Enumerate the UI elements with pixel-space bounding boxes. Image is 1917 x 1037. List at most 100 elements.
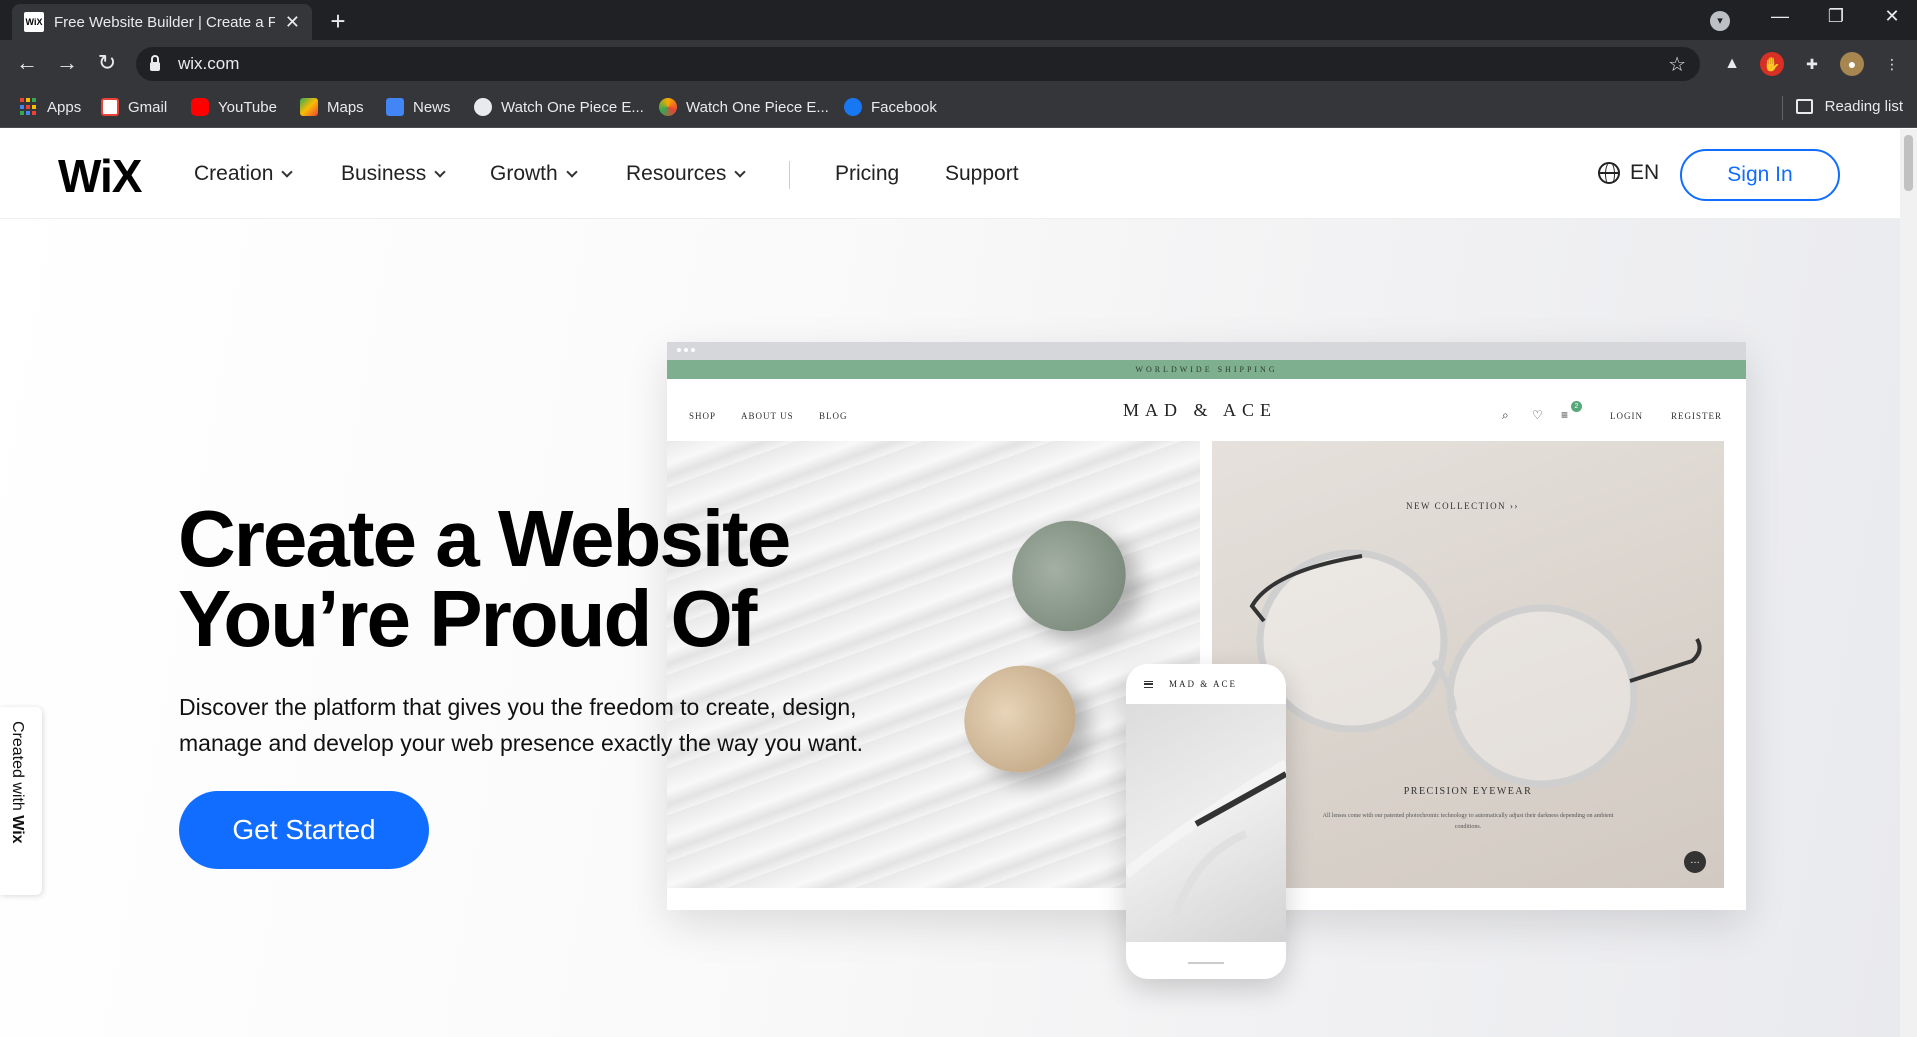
globe-icon [1598,162,1620,184]
restore-icon[interactable]: ❐ [1816,6,1856,27]
menu-label: Resources [626,162,727,185]
menu-support[interactable]: Support [945,162,1019,186]
extension-mountain-icon[interactable]: ▲ [1720,52,1744,76]
bookmark-gmail[interactable]: Gmail [101,98,167,116]
site-icon [659,98,677,116]
apps-grid-icon [20,98,38,116]
extensions-puzzle-icon[interactable]: ✚ [1800,52,1824,76]
mockup-nav-shop: SHOP [689,411,717,421]
mockup-nav-about: ABOUT US [741,411,794,421]
hero-subtitle-line2: manage and develop your web presence exa… [179,730,864,756]
mockup-browser-bar [667,342,1746,360]
page-viewport: WiX Creation Business Growth Resources P… [0,129,1900,1037]
mockup-shipping-banner: WORLDWIDE SHIPPING [667,360,1746,379]
mockup-cart-badge: 2 [1571,401,1582,412]
tab-search-icon[interactable]: ▾ [1710,11,1730,31]
phone-glasses-detail-image [1126,759,1286,916]
green-lens-image [996,504,1142,648]
mockup-nav-blog: BLOG [819,411,848,421]
chevron-down-icon [734,165,747,178]
menu-label: Business [341,162,427,185]
bookmarks-divider [1782,96,1783,120]
profile-avatar[interactable]: ● [1840,52,1864,76]
address-bar[interactable]: wix.com ☆ [136,47,1700,81]
wix-logo[interactable]: WiX [58,149,142,203]
phone-home-bar [1188,962,1224,964]
menu-business[interactable]: Business [341,162,446,186]
phone-brand: MAD & ACE [1169,679,1238,689]
bookmark-news[interactable]: News [386,98,451,116]
bookmark-apps[interactable]: Apps [20,98,81,116]
lock-icon[interactable] [150,54,160,71]
mockup-brand: MAD & ACE [1123,400,1278,420]
menu-divider [789,161,790,189]
bookmark-label: YouTube [218,98,277,116]
back-arrow-icon[interactable]: ← [12,50,42,76]
hero-subtitle: Discover the platform that gives you the… [179,689,939,761]
hero-title: Create a Website You’re Proud Of [178,499,898,659]
reading-list-icon [1795,99,1813,114]
get-started-button[interactable]: Get Started [179,791,429,869]
tab-close-icon[interactable]: ✕ [285,12,300,33]
chevron-down-icon [281,165,294,178]
facebook-icon [844,98,862,116]
reading-list-button[interactable]: Reading list [1795,98,1903,115]
maps-icon [300,98,318,116]
page-scrollbar[interactable] [1900,129,1917,1037]
sign-in-button[interactable]: Sign In [1680,149,1840,201]
bookmark-facebook[interactable]: Facebook [844,98,937,116]
menu-growth[interactable]: Growth [490,162,578,186]
bookmark-one-piece-1[interactable]: Watch One Piece E... [474,98,644,116]
bookmark-label: Watch One Piece E... [686,98,829,116]
mockup-dots-icon [677,348,695,352]
menu-label: Creation [194,162,274,185]
tab-title: Free Website Builder | Create a Free [54,13,275,31]
window-close-icon[interactable]: ✕ [1872,6,1912,27]
phone-header: MAD & ACE [1126,664,1286,704]
reload-icon[interactable]: ↻ [92,50,122,76]
bookmark-star-icon[interactable]: ☆ [1668,52,1686,77]
mockup-product-title: PRECISION EYEWEAR [1403,786,1533,797]
hamburger-icon [1144,680,1153,688]
mockup-cart-icon: ≡ [1561,408,1569,422]
site-header: WiX Creation Business Growth Resources P… [0,129,1900,219]
mockup-new-collection: NEW COLLECTION ›› [1406,501,1519,511]
created-with-wix-badge[interactable]: Created with Wix [0,707,42,895]
language-label: EN [1630,161,1660,184]
hero-title-line2: You’re Proud Of [178,574,757,663]
new-tab-button[interactable]: + [324,6,352,37]
phone-glasses-image [1126,704,1286,942]
bookmark-one-piece-2[interactable]: Watch One Piece E... [659,98,829,116]
browser-tab[interactable]: WiX Free Website Builder | Create a Free… [12,4,312,40]
glasses-image [1249,549,1702,788]
mockup-register: REGISTER [1671,411,1723,421]
bookmark-youtube[interactable]: YouTube [191,98,277,116]
mockup-heart-icon: ♡ [1532,408,1543,422]
bookmarks-bar: Apps Gmail YouTube Maps News Watch One P… [0,88,1917,128]
mockup-search-icon: ⌕ [1502,408,1509,422]
bookmark-maps[interactable]: Maps [300,98,364,116]
mockup-eyewear-panel: NEW COLLECTION ›› PRECISION EYEWEAR All … [1212,441,1724,888]
site-mockup-mobile: MAD & ACE [1126,664,1286,979]
minimize-icon[interactable]: — [1760,6,1800,27]
extension-hand-icon[interactable]: ✋ [1760,52,1784,76]
hero-subtitle-line1: Discover the platform that gives you the… [179,694,857,720]
browser-tab-strip: WiX Free Website Builder | Create a Free… [0,0,1917,40]
forward-arrow-icon[interactable]: → [52,50,82,76]
browser-menu-icon[interactable]: ⋮ [1880,52,1904,76]
mockup-product-desc: All lenses come with our patented photoc… [1322,813,1614,830]
url-text[interactable]: wix.com [178,54,239,74]
wix-favicon-icon: WiX [24,12,44,32]
bookmark-label: Facebook [871,98,937,116]
language-selector[interactable]: EN [1598,161,1659,185]
menu-creation[interactable]: Creation [194,162,294,186]
browser-toolbar: ← → ↻ wix.com ☆ ▲ ✋ ✚ ● ⋮ [0,40,1917,88]
menu-label: Pricing [835,162,900,185]
hero-title-line1: Create a Website [178,494,791,583]
menu-pricing[interactable]: Pricing [835,162,899,186]
menu-resources[interactable]: Resources [626,162,747,186]
bookmark-label: Watch One Piece E... [501,98,644,116]
scrollbar-thumb[interactable] [1904,135,1913,191]
bookmark-label: News [413,98,451,116]
reading-list-label: Reading list [1824,98,1903,115]
